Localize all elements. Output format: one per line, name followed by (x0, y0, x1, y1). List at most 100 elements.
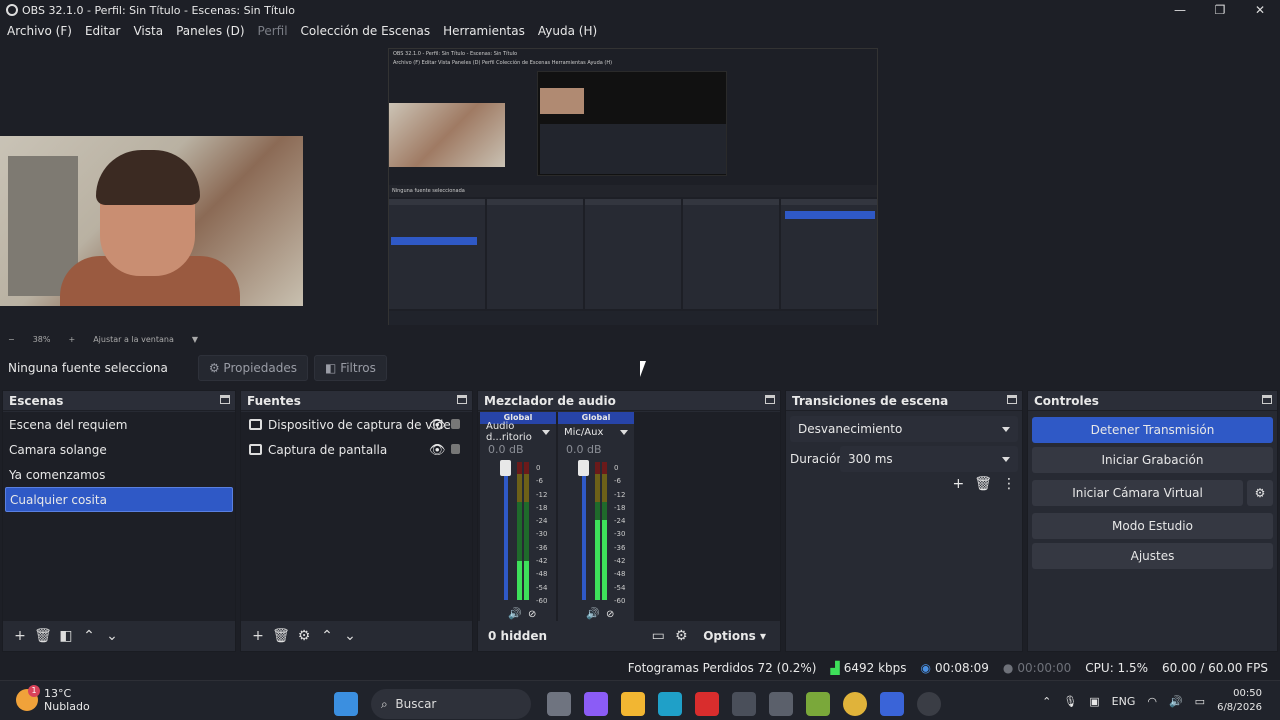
copilot-icon[interactable] (584, 692, 608, 716)
properties-button[interactable]: ⚙ Propiedades (197, 355, 309, 381)
move-down-icon[interactable]: ⌄ (339, 625, 361, 647)
menu-editar[interactable]: Editar (85, 24, 121, 38)
undock-icon[interactable] (1007, 395, 1017, 404)
gear-icon[interactable]: ⚙ (1247, 480, 1273, 506)
filter-icon[interactable]: ◧ (55, 625, 77, 647)
cpu-usage: CPU: 1.5% (1085, 661, 1149, 675)
lock-icon[interactable] (451, 419, 460, 429)
scene-item[interactable]: Ya comenzamos (3, 462, 235, 487)
menu-paneles[interactable]: Paneles (D) (176, 24, 244, 38)
more-icon[interactable]: ⋮ (1002, 476, 1016, 492)
start-virtual-camera-button[interactable]: Iniciar Cámara Virtual (1032, 480, 1243, 506)
nested-selected-scene (391, 237, 477, 245)
eye-icon[interactable]: 👁 (429, 443, 446, 458)
webcam-source[interactable] (0, 136, 303, 306)
roblox-icon[interactable] (880, 692, 904, 716)
add-icon[interactable]: + (9, 625, 31, 647)
scene-item[interactable]: Camara solange (3, 437, 235, 462)
search-box[interactable]: ⌕ Buscar (371, 689, 531, 719)
volume-fader[interactable] (582, 464, 586, 600)
start-recording-button[interactable]: Iniciar Grabación (1032, 447, 1273, 473)
speaker-icon[interactable]: 🔊 (586, 607, 600, 620)
microphone-icon[interactable]: 🎙 (1063, 695, 1077, 708)
time: 00:50 (1233, 688, 1262, 699)
monitor-off-icon[interactable]: ⊘ (528, 609, 536, 620)
store-icon[interactable] (732, 692, 756, 716)
zoom-in-button[interactable]: + (68, 335, 75, 344)
db-tick: -60 (614, 596, 626, 605)
transitions-dock: Transiciones de escena Desvanecimiento D… (785, 390, 1023, 652)
weather-widget[interactable]: 1 13°C Nublado (16, 685, 90, 713)
edge-icon[interactable] (658, 692, 682, 716)
stop-streaming-button[interactable]: Detener Transmisión (1032, 417, 1273, 443)
speaker-icon[interactable]: 🔊 (508, 607, 522, 620)
close-button[interactable]: ✕ (1240, 0, 1280, 20)
chevron-down-icon[interactable]: ▼ (192, 335, 198, 344)
scene-item[interactable]: Escena del requiem (3, 412, 235, 437)
fader-handle[interactable] (578, 460, 589, 476)
filters-button[interactable]: ◧ Filtros (314, 355, 387, 381)
signal-icon: ▟ (830, 661, 840, 675)
maximize-button[interactable]: ❐ (1200, 0, 1240, 20)
channel-name[interactable]: Mic/Aux (558, 424, 634, 440)
undock-icon[interactable] (765, 395, 775, 404)
source-item[interactable]: Captura de pantalla 👁 (241, 437, 472, 462)
app-l-icon[interactable] (695, 692, 719, 716)
display-icon[interactable]: ▣ (1089, 695, 1099, 708)
duration-input[interactable]: 300 ms (840, 446, 1018, 472)
move-down-icon[interactable]: ⌄ (101, 625, 123, 647)
undock-icon[interactable] (457, 395, 467, 404)
menu-perfil[interactable]: Perfil (258, 24, 288, 38)
fit-window-select[interactable]: Ajustar a la ventana (93, 335, 174, 344)
windows-start-icon[interactable] (334, 692, 358, 716)
menu-ayuda[interactable]: Ayuda (H) (538, 24, 597, 38)
clock[interactable]: 00:50 6/8/2026 (1217, 687, 1262, 715)
minimize-button[interactable]: — (1160, 0, 1200, 20)
channel-name[interactable]: Audio d...ritorio (480, 421, 556, 443)
battery-icon[interactable]: ▭ (1195, 695, 1205, 708)
eye-icon[interactable]: 👁 (429, 418, 446, 433)
trash-icon[interactable]: 🗑 (32, 625, 54, 647)
move-up-icon[interactable]: ⌃ (78, 625, 100, 647)
chrome-icon[interactable] (843, 692, 867, 716)
language[interactable]: ENG (1112, 695, 1136, 708)
vscode-icon[interactable] (769, 692, 793, 716)
lock-icon[interactable] (451, 444, 460, 454)
volume-fader[interactable] (504, 464, 508, 600)
menu-archivo[interactable]: Archivo (F) (7, 24, 72, 38)
source-item[interactable]: Dispositivo de captura de video 👁 (241, 412, 472, 437)
menu-vista[interactable]: Vista (133, 24, 163, 38)
move-up-icon[interactable]: ⌃ (316, 625, 338, 647)
monitor-off-icon[interactable]: ⊘ (606, 609, 614, 620)
obs-icon[interactable] (917, 692, 941, 716)
add-icon[interactable]: + (247, 625, 269, 647)
transition-select[interactable]: Desvanecimiento (790, 416, 1018, 442)
nested-title: OBS 32.1.0 - Perfil: Sin Título - Escena… (393, 51, 518, 57)
game-icon[interactable] (806, 692, 830, 716)
add-icon[interactable]: + (952, 476, 964, 492)
task-view-icon[interactable] (547, 692, 571, 716)
file-explorer-icon[interactable] (621, 692, 645, 716)
db-tick: -36 (536, 543, 548, 552)
trash-icon[interactable]: 🗑 (270, 625, 292, 647)
studio-mode-button[interactable]: Modo Estudio (1032, 513, 1273, 539)
scene-item-selected[interactable]: Cualquier cosita (5, 487, 233, 512)
layout-icon[interactable]: ▭ (647, 625, 669, 647)
controls-body: Detener Transmisión Iniciar Grabación In… (1028, 412, 1277, 651)
menu-herramientas[interactable]: Herramientas (443, 24, 525, 38)
date: 6/8/2026 (1217, 702, 1262, 713)
chevron-up-icon[interactable]: ⌃ (1042, 695, 1051, 708)
gear-icon[interactable]: ⚙ (670, 625, 692, 647)
undock-icon[interactable] (220, 395, 230, 404)
gear-icon[interactable]: ⚙ (293, 625, 315, 647)
undock-icon[interactable] (1262, 395, 1272, 404)
options-menu[interactable]: Options ▾ (703, 629, 766, 643)
zoom-out-button[interactable]: − (8, 335, 15, 344)
volume-icon[interactable]: 🔊 (1169, 695, 1183, 708)
fader-handle[interactable] (500, 460, 511, 476)
trash-icon[interactable]: 🗑 (974, 476, 992, 492)
wifi-icon[interactable]: ◠ (1147, 695, 1157, 708)
screen-capture-source[interactable]: OBS 32.1.0 - Perfil: Sin Título - Escena… (388, 48, 878, 325)
menu-coleccion[interactable]: Colección de Escenas (301, 24, 431, 38)
settings-button[interactable]: Ajustes (1032, 543, 1273, 569)
